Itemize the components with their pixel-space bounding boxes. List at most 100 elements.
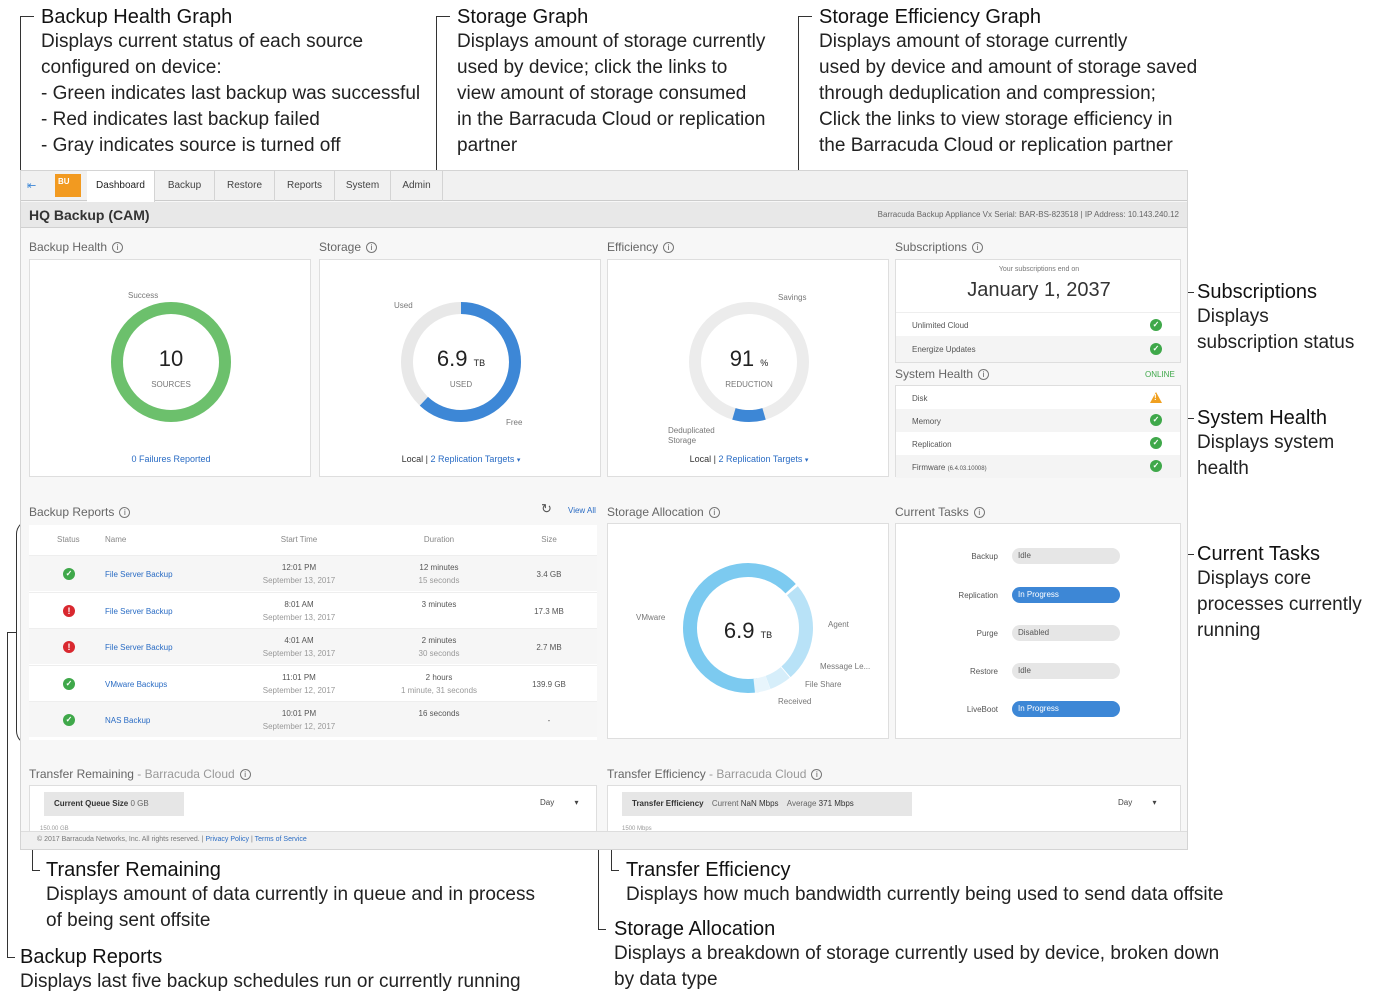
report-date: September 12, 2017	[262, 685, 336, 695]
callout-body: Displays last five backup schedules run …	[20, 971, 521, 992]
collapse-menu-icon[interactable]: ⇤	[27, 179, 43, 193]
health-item: Memory ✓	[896, 409, 1180, 432]
table-row: ✓ VMware Backups 11:01 PM September 12, 201…	[29, 664, 597, 701]
report-name-link[interactable]: File Server Backup	[105, 570, 173, 579]
source-count-label: SOURCES	[151, 380, 191, 389]
page-header: HQ Backup (CAM) Barracuda Backup Applian…	[21, 202, 1187, 228]
storage-title: Storage i	[319, 240, 378, 254]
table-row: ✓ NAS Backup 10:01 PM September 12, 2017 16 …	[29, 701, 597, 737]
report-time: 10:01 PM	[281, 709, 317, 718]
footer: © 2017 Barracuda Networks, Inc. All righ…	[21, 831, 1187, 849]
callout-body: Displays core processes currently runnin…	[1197, 568, 1362, 641]
tab-backup[interactable]: Backup	[155, 171, 215, 201]
info-icon[interactable]: i	[973, 507, 985, 518]
report-duration-detail: 15 seconds	[418, 576, 460, 585]
table-row: ! File Server Backup 4:01 AM September 13, …	[29, 628, 597, 664]
replication-targets-link[interactable]: 2 Replication Targets	[430, 454, 514, 464]
info-icon[interactable]: i	[366, 242, 378, 253]
backup-reports-table: Status Name Start Time Duration Size ✓ Fi…	[29, 525, 597, 740]
appliance-info: Barracuda Backup Appliance Vx Serial: BA…	[877, 210, 1179, 219]
callout-transfer-remaining: Transfer Remaining Displays amount of da…	[46, 858, 535, 934]
report-duration: 2 hours	[425, 672, 453, 682]
check-circle-icon: ✓	[63, 714, 75, 726]
table-header: Status Name Start Time Duration Size	[29, 525, 597, 555]
queue-size-label: Current Queue Size	[54, 799, 129, 808]
report-name-link[interactable]: VMware Backups	[105, 680, 167, 689]
chevron-down-icon[interactable]: ▾	[805, 457, 809, 464]
report-date: September 13, 2017	[262, 576, 336, 585]
info-icon[interactable]: i	[663, 242, 675, 253]
health-label: Disk	[912, 394, 928, 403]
chevron-down-icon: ▾	[1152, 798, 1157, 807]
col-duration: Duration	[423, 535, 455, 544]
local-link[interactable]: Local	[690, 454, 712, 464]
subscription-item: Unlimited Cloud ✓	[896, 312, 1180, 336]
callout-title: Transfer Efficiency	[626, 859, 791, 881]
efficiency-label: Transfer Efficiency	[632, 799, 704, 808]
info-icon[interactable]: i	[978, 369, 990, 380]
chevron-down-icon[interactable]: ▾	[517, 457, 521, 464]
terms-of-service-link[interactable]: Terms of Service	[255, 836, 307, 843]
callout-title: Storage Allocation	[614, 918, 776, 940]
ip-label: IP Address:	[1084, 210, 1126, 219]
transfer-efficiency-subtitle: - Barracuda Cloud	[709, 767, 807, 781]
report-duration: 2 minutes	[421, 636, 457, 645]
col-status: Status	[57, 535, 80, 544]
callout-title: Subscriptions	[1197, 281, 1318, 303]
system-health-title: System Health i	[895, 367, 990, 381]
serial-label: Serial:	[994, 210, 1017, 219]
local-link[interactable]: Local	[402, 454, 424, 464]
failures-link[interactable]: 0 Failures Reported	[30, 454, 312, 464]
storage-allocation-panel: 6.9 TB VMware Agent Message Le... File S…	[607, 523, 889, 739]
storage-panel: Used 6.9 TB USED Free Local | 2 Replicat…	[319, 259, 601, 477]
tab-dashboard[interactable]: Dashboard	[87, 171, 155, 202]
current-tasks-panel: Backup Idle Replication In Progress Purge Dis…	[895, 523, 1181, 739]
replication-targets-link[interactable]: 2 Replication Targets	[718, 454, 802, 464]
tab-reports[interactable]: Reports	[275, 171, 335, 201]
current-value: NaN Mbps	[740, 799, 779, 808]
tab-restore[interactable]: Restore	[215, 171, 275, 201]
report-name-link[interactable]: NAS Backup	[105, 716, 150, 725]
task-status-bar: Idle	[1012, 548, 1120, 564]
info-icon[interactable]: i	[239, 769, 251, 780]
report-time: 12:01 PM	[281, 563, 317, 572]
check-circle-icon: ✓	[1150, 319, 1162, 331]
queue-size-value: 0 GB	[130, 799, 149, 808]
storage-allocation-title: Storage Allocation i	[607, 505, 720, 519]
health-label: Memory	[912, 417, 941, 426]
report-duration: 16 seconds	[418, 709, 460, 718]
efficiency-value: 91 %	[729, 346, 769, 371]
view-all-link[interactable]: View All	[568, 506, 596, 515]
warning-icon: !	[1150, 392, 1162, 403]
callout-storage-efficiency-graph: Storage Efficiency Graph Displays amount…	[819, 5, 1197, 159]
free-label: Free	[506, 418, 523, 427]
callout-title: Storage Efficiency Graph	[819, 6, 1041, 28]
tab-system[interactable]: System	[335, 171, 391, 201]
callout-backup-reports: Backup Reports Displays last five backup…	[20, 945, 521, 995]
transfer-efficiency-panel: Transfer Efficiency Current NaN Mbps Ave…	[607, 785, 1181, 835]
privacy-policy-link[interactable]: Privacy Policy	[205, 836, 249, 843]
received-label: Received	[778, 697, 812, 706]
report-name-link[interactable]: File Server Backup	[105, 607, 173, 616]
health-label: Firmware (6.4.03.10008)	[912, 463, 987, 472]
report-name-link[interactable]: File Server Backup	[105, 643, 173, 652]
callout-subscriptions: Subscriptions Displays subscription stat…	[1197, 280, 1354, 356]
task-status-bar: In Progress	[1012, 587, 1120, 603]
info-icon[interactable]: i	[708, 507, 720, 518]
range-select[interactable]: Day ▾	[540, 798, 578, 807]
callout-transfer-efficiency: Transfer Efficiency Displays how much ba…	[626, 858, 1223, 908]
report-duration: 12 minutes	[419, 563, 459, 572]
info-icon[interactable]: i	[972, 242, 984, 253]
table-row: ✓ File Server Backup 12:01 PM September 13,…	[29, 555, 597, 591]
range-select[interactable]: Day ▾	[1118, 798, 1156, 807]
info-icon[interactable]: i	[112, 242, 124, 253]
callout-body: Displays current status of each source c…	[41, 31, 421, 156]
logo[interactable]: BU	[55, 174, 81, 197]
info-icon[interactable]: i	[811, 769, 823, 780]
refresh-icon[interactable]: ↻	[541, 501, 552, 517]
task-label: LiveBoot	[966, 705, 998, 714]
info-icon[interactable]: i	[119, 507, 131, 518]
tab-admin[interactable]: Admin	[391, 171, 443, 201]
col-name: Name	[105, 535, 127, 544]
transfer-remaining-subtitle: - Barracuda Cloud	[137, 767, 235, 781]
